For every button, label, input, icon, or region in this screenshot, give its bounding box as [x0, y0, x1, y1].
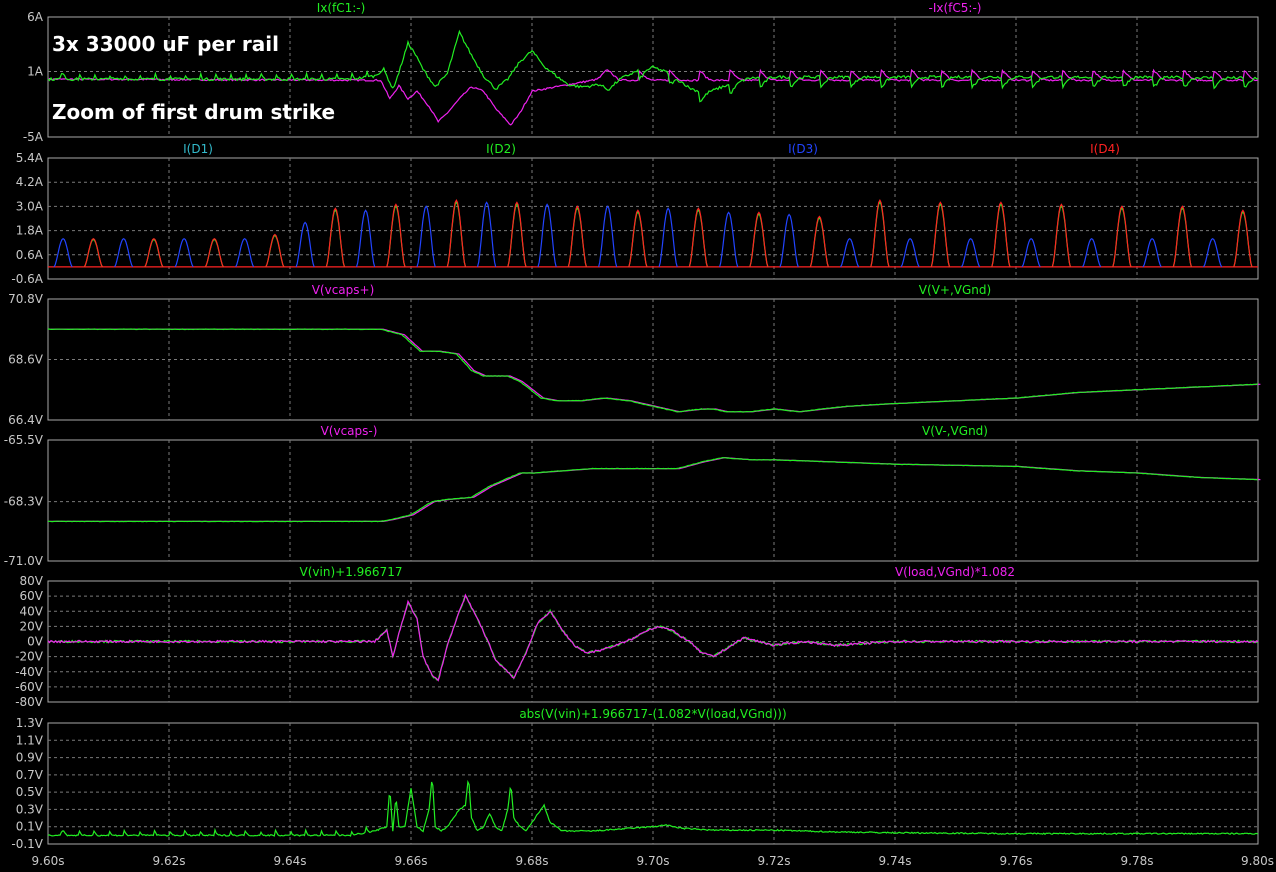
x-tick-label: 9.70s [637, 854, 670, 868]
y-tick-label: 6A [27, 10, 44, 24]
y-tick-label: 40V [20, 604, 44, 618]
y-tick-label: 80V [20, 574, 44, 588]
trace-label-vcaps-neg[interactable]: V(vcaps-) [321, 424, 378, 438]
x-tick-label: 9.60s [32, 854, 65, 868]
x-tick-label: 9.80s [1241, 854, 1274, 868]
y-tick-label: -40V [15, 665, 44, 679]
trace-label-vin[interactable]: V(vin)+1.966717 [300, 565, 403, 579]
viewer-background [0, 0, 1276, 872]
trace-label-i-d4[interactable]: I(D4) [1090, 142, 1120, 156]
y-tick-label: -71.0V [4, 554, 44, 568]
y-tick-label: -20V [15, 650, 44, 664]
trace-label-i-d1[interactable]: I(D1) [183, 142, 213, 156]
y-tick-label: -0.6A [11, 272, 43, 286]
x-tick-label: 9.66s [395, 854, 428, 868]
y-tick-label: 68.6V [8, 353, 44, 367]
y-tick-label: 0V [27, 635, 44, 649]
annotation-zoom-note: Zoom of first drum strike [52, 100, 335, 124]
trace-label-v-pos-vgnd[interactable]: V(V+,VGnd) [919, 283, 991, 297]
y-tick-label: -80V [15, 695, 44, 709]
y-tick-label: 70.8V [8, 292, 44, 306]
trace-label-v-neg-vgnd[interactable]: V(V-,VGnd) [922, 424, 988, 438]
y-tick-label: 0.5V [16, 785, 44, 799]
y-tick-label: 3.0A [16, 199, 44, 213]
trace-label-ix-fc5[interactable]: -Ix(fC5:-) [929, 1, 982, 15]
y-tick-label: 1.3V [16, 716, 44, 730]
trace-label-vload[interactable]: V(load,VGnd)*1.082 [895, 565, 1015, 579]
y-tick-label: 0.3V [16, 802, 44, 816]
y-tick-label: -0.1V [11, 837, 43, 851]
y-tick-label: -65.5V [4, 433, 44, 447]
trace-label-abs-error[interactable]: abs(V(vin)+1.966717-(1.082*V(load,VGnd))… [519, 707, 786, 721]
y-tick-label: 60V [20, 589, 44, 603]
y-tick-label: 0.1V [16, 820, 44, 834]
x-tick-label: 9.74s [879, 854, 912, 868]
annotation-capacitance: 3x 33000 uF per rail [52, 32, 279, 56]
x-tick-label: 9.72s [758, 854, 791, 868]
y-tick-label: 4.2A [16, 175, 44, 189]
y-tick-label: 0.7V [16, 768, 44, 782]
trace-label-ix-fc1[interactable]: Ix(fC1:-) [317, 1, 366, 15]
y-tick-label: 1.8A [16, 224, 44, 238]
y-tick-label: 0.6A [16, 248, 44, 262]
y-tick-label: 20V [20, 619, 44, 633]
x-tick-label: 9.62s [153, 854, 186, 868]
y-tick-label: -5A [23, 130, 44, 144]
x-tick-label: 9.78s [1121, 854, 1154, 868]
x-tick-label: 9.64s [274, 854, 307, 868]
y-tick-label: 1A [27, 65, 44, 79]
y-tick-label: 1.1V [16, 733, 44, 747]
waveform-viewer: -5A 1A 6A -0.6A 0.6A 1.8A 3.0A 4.2A 5.4A 66.4V 68.… [0, 0, 1276, 872]
y-tick-label: 0.9V [16, 751, 44, 765]
y-tick-label: -60V [15, 680, 44, 694]
trace-label-i-d2[interactable]: I(D2) [486, 142, 516, 156]
trace-label-vcaps-pos[interactable]: V(vcaps+) [312, 283, 375, 297]
trace-label-i-d3[interactable]: I(D3) [788, 142, 818, 156]
x-tick-label: 9.76s [1000, 854, 1033, 868]
x-tick-label: 9.68s [516, 854, 549, 868]
y-tick-label: -68.3V [4, 495, 44, 509]
y-tick-label: 66.4V [8, 413, 44, 427]
y-tick-label: 5.4A [16, 151, 44, 165]
